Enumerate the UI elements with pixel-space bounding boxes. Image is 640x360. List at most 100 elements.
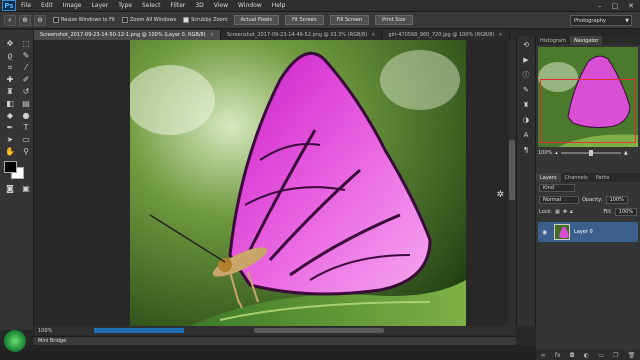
clone-source-icon[interactable]: ♜ (519, 99, 533, 111)
actual-pixels-button[interactable]: Actual Pixels (233, 15, 280, 25)
adjustments-icon[interactable]: ◑ (519, 114, 533, 126)
resize-windows-checkbox[interactable]: Resize Windows to Fit (53, 17, 115, 23)
layer-row[interactable]: ◉ Layer 0 (538, 222, 638, 242)
fill-screen-button[interactable]: Fill Screen (329, 15, 370, 25)
tab-layers[interactable]: Layers (536, 173, 561, 182)
lock-pixels-icon[interactable]: ▦ (555, 209, 560, 215)
trash-icon[interactable]: 🗑︎ (628, 352, 636, 359)
gradient-tool-icon[interactable]: ▤ (19, 98, 33, 109)
close-icon[interactable]: × (210, 32, 214, 38)
zoom-slider[interactable] (560, 150, 621, 156)
eraser-tool-icon[interactable]: ◧ (3, 98, 17, 109)
butterfly-image[interactable] (130, 40, 466, 326)
menu-edit[interactable]: Edit (36, 2, 58, 9)
tab-document-2[interactable]: Screenshot_2017-09-23-14-49-52.png @ 33.… (221, 30, 383, 40)
close-icon[interactable]: × (498, 32, 502, 38)
crop-tool-icon[interactable]: ⌗ (3, 62, 17, 73)
horizontal-scroll-track[interactable] (94, 328, 184, 333)
info-icon[interactable]: ⓘ (519, 69, 533, 81)
menu-window[interactable]: Window (233, 2, 267, 9)
menu-file[interactable]: File (16, 2, 36, 9)
scrubby-zoom-checkbox[interactable]: Scrubby Zoom (183, 17, 228, 23)
mask-icon[interactable]: ◘ (570, 352, 575, 359)
menu-image[interactable]: Image (58, 2, 87, 9)
dodge-tool-icon[interactable]: ● (19, 110, 33, 121)
zoom-out-icon[interactable]: ▴ (555, 150, 558, 156)
hand-tool-icon[interactable]: ✋ (3, 146, 17, 157)
navigator-zoom[interactable]: 100% (538, 150, 552, 156)
history-icon[interactable]: ⟲ (519, 39, 533, 51)
blend-mode-select[interactable]: Normal (539, 196, 579, 204)
brush-presets-icon[interactable]: ✎ (519, 84, 533, 96)
pen-tool-icon[interactable]: ✒ (3, 122, 17, 133)
zoom-tool-icon[interactable]: ⌕ (4, 14, 16, 26)
tab-navigator[interactable]: Navigator (569, 36, 603, 45)
lock-all-icon[interactable]: 🔒︎ (570, 209, 573, 215)
zoom-in-icon[interactable]: ▲ (624, 150, 628, 156)
fill-input[interactable]: 100% (614, 208, 637, 216)
menu-layer[interactable]: Layer (86, 2, 113, 9)
character-icon[interactable]: A (519, 129, 533, 141)
fit-screen-button[interactable]: Fit Screen (285, 15, 324, 25)
zoom-level[interactable]: 100% (38, 328, 52, 334)
color-swatches[interactable] (4, 161, 32, 181)
lasso-tool-icon[interactable]: ϱ (3, 50, 17, 61)
vertical-scroll-thumb[interactable] (509, 140, 515, 200)
zoom-out-icon[interactable]: ⊖ (34, 14, 46, 26)
move-tool-icon[interactable]: ✥ (3, 38, 17, 49)
adjustment-layer-icon[interactable]: ◐ (584, 352, 589, 359)
checkbox-box[interactable] (53, 17, 59, 23)
actions-icon[interactable]: ▶ (519, 54, 533, 66)
vertical-scrollbar[interactable] (508, 40, 516, 326)
menu-help[interactable]: Help (267, 2, 291, 9)
screen-mode-icon[interactable]: ▣ (19, 183, 33, 194)
workspace-select[interactable]: Photography ▼ (570, 15, 632, 26)
menu-select[interactable]: Select (137, 2, 166, 9)
menu-type[interactable]: Type (113, 2, 137, 9)
quick-mask-icon[interactable]: ◙ (3, 183, 17, 194)
tab-channels[interactable]: Channels (561, 173, 592, 182)
healing-brush-icon[interactable]: ✚ (3, 74, 17, 85)
kind-filter-select[interactable]: Kind (539, 184, 575, 192)
navigator-view-box[interactable] (540, 79, 636, 143)
eye-icon[interactable]: ◉ (542, 229, 550, 236)
type-tool-icon[interactable]: T (19, 122, 33, 133)
checkbox-box[interactable] (122, 17, 128, 23)
tab-document-3[interactable]: girl-470568_960_720.jpg @ 100% (RGB/8) × (382, 30, 510, 40)
tab-document-1[interactable]: Screenshot_2017-09-23-14-50-12-1.png @ 1… (34, 30, 221, 40)
zoom-tool-icon[interactable]: ⚲ (19, 146, 33, 157)
tab-paths[interactable]: Paths (592, 173, 614, 182)
close-icon[interactable]: × (371, 32, 375, 38)
print-size-button[interactable]: Print Size (375, 15, 413, 25)
history-brush-icon[interactable]: ↺ (19, 86, 33, 97)
tab-histogram[interactable]: Histogram (536, 36, 570, 45)
marquee-tool-icon[interactable]: ⬚ (19, 38, 33, 49)
menu-3d[interactable]: 3D (190, 2, 208, 9)
eyedropper-tool-icon[interactable]: ⁄ (19, 62, 33, 73)
path-select-icon[interactable]: ➤ (3, 134, 17, 145)
paragraph-icon[interactable]: ¶ (519, 144, 533, 156)
clone-stamp-icon[interactable]: ♜ (3, 86, 17, 97)
minimize-button[interactable]: – (598, 2, 602, 10)
new-layer-icon[interactable]: ❐ (613, 352, 618, 359)
menu-filter[interactable]: Filter (166, 2, 191, 9)
folder-icon[interactable]: ▭ (598, 352, 604, 359)
menu-view[interactable]: View (209, 2, 233, 9)
fx-icon[interactable]: fx (555, 352, 561, 359)
lock-position-icon[interactable]: ✥ (563, 209, 567, 215)
opacity-input[interactable]: 100% (605, 196, 628, 204)
shape-tool-icon[interactable]: ▭ (19, 134, 33, 145)
brush-tool-icon[interactable]: ✐ (19, 74, 33, 85)
quick-select-tool-icon[interactable]: ✎ (19, 50, 33, 61)
mini-bridge-bar[interactable]: Mini Bridge (34, 336, 516, 345)
zoom-slider-knob[interactable] (588, 150, 593, 156)
link-icon[interactable]: ∞ (541, 352, 546, 359)
foreground-color-swatch[interactable] (4, 161, 17, 173)
zoom-all-checkbox[interactable]: Zoom All Windows (122, 17, 176, 23)
horizontal-scroll-thumb[interactable] (254, 328, 384, 333)
zoom-in-icon[interactable]: ⊕ (19, 14, 31, 26)
close-button[interactable]: ✕ (628, 2, 634, 10)
navigator-preview[interactable] (538, 47, 638, 147)
maximize-button[interactable]: □ (612, 2, 619, 10)
blur-tool-icon[interactable]: ◆ (3, 110, 17, 121)
